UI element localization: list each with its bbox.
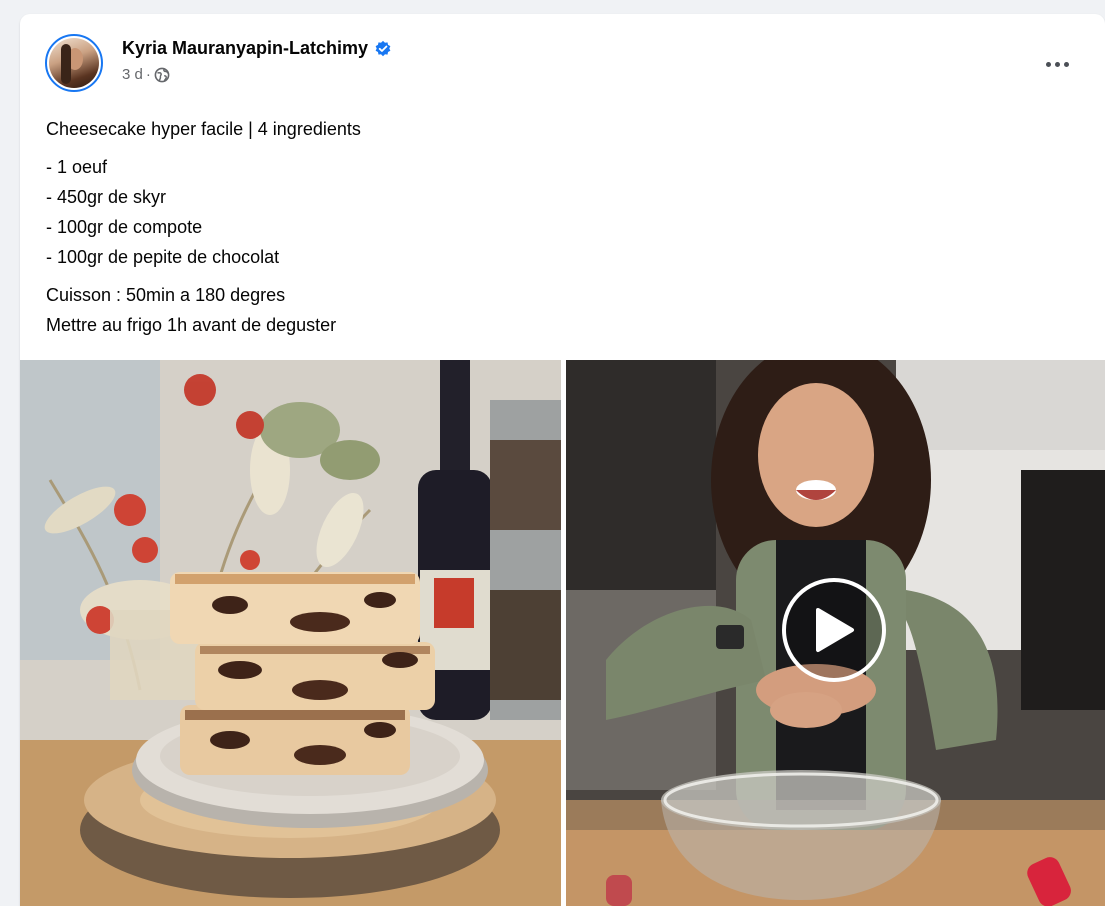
post-media bbox=[20, 360, 1105, 906]
author-name-row: Kyria Mauranyapin-Latchimy bbox=[122, 38, 392, 59]
post-header: Kyria Mauranyapin-Latchimy 3 d · bbox=[20, 14, 1105, 106]
avatar-image bbox=[49, 38, 99, 88]
play-icon bbox=[816, 608, 854, 652]
ingredient-line: - 100gr de compote bbox=[46, 217, 203, 237]
ingredient-line: - 1 oeuf bbox=[46, 157, 108, 177]
author-avatar[interactable] bbox=[45, 34, 103, 92]
post-text: Cheesecake hyper facile | 4 ingredients … bbox=[46, 114, 1076, 340]
ingredient-line: - 100gr de pepite de chocolat bbox=[46, 247, 280, 267]
post-title-line: Cheesecake hyper facile | 4 ingredients bbox=[46, 119, 361, 139]
post-time[interactable]: 3 d bbox=[122, 66, 143, 83]
post-card: Kyria Mauranyapin-Latchimy 3 d · Cheesec… bbox=[20, 14, 1105, 906]
more-options-icon[interactable] bbox=[1039, 52, 1075, 76]
instruction-line: Mettre au frigo 1h avant de deguster bbox=[46, 315, 337, 335]
cheesecake-photo-art bbox=[20, 360, 561, 906]
play-button[interactable] bbox=[782, 578, 886, 682]
post-meta: 3 d · bbox=[122, 66, 170, 83]
cheesecake-photo[interactable] bbox=[20, 360, 561, 906]
video-thumbnail[interactable] bbox=[566, 360, 1105, 906]
globe-icon[interactable] bbox=[154, 67, 170, 83]
verified-badge-icon bbox=[375, 40, 391, 56]
instruction-line: Cuisson : 50min a 180 degres bbox=[46, 285, 286, 305]
ingredient-line: - 450gr de skyr bbox=[46, 187, 167, 207]
meta-separator: · bbox=[145, 66, 151, 83]
author-name[interactable]: Kyria Mauranyapin-Latchimy bbox=[122, 38, 368, 59]
